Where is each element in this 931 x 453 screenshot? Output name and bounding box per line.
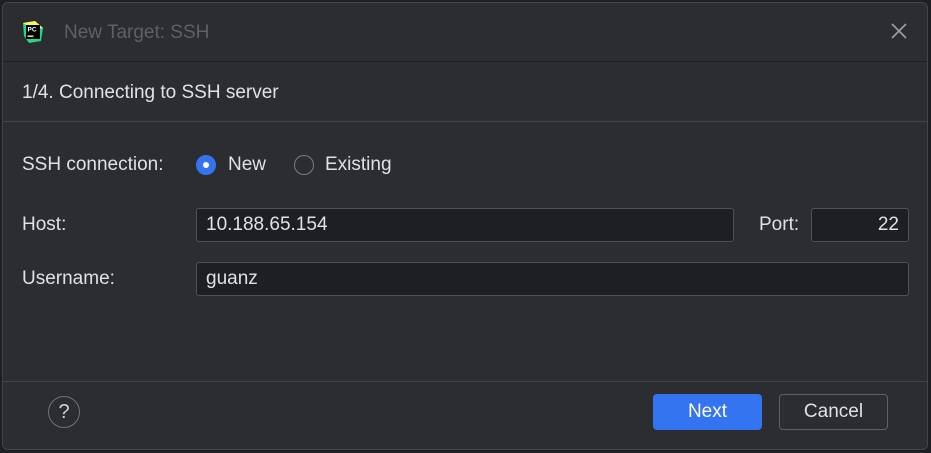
title-bar: PC New Target: SSH (3, 3, 927, 61)
form-panel: SSH connection: New Existing Host: 10.18… (3, 122, 927, 381)
port-input[interactable]: 22 (811, 208, 909, 242)
host-input[interactable]: 10.188.65.154 (196, 208, 734, 242)
window-title: New Target: SSH (64, 22, 210, 43)
username-label: Username: (22, 268, 115, 289)
radio-new-label[interactable]: New (228, 154, 266, 176)
next-button[interactable]: Next (653, 394, 762, 430)
radio-new[interactable] (196, 155, 216, 175)
svg-text:PC: PC (28, 27, 37, 34)
help-button[interactable]: ? (48, 396, 80, 428)
step-header: 1/4. Connecting to SSH server (3, 61, 927, 122)
username-input[interactable]: guanz (196, 262, 909, 296)
cancel-button[interactable]: Cancel (779, 394, 888, 430)
pycharm-icon: PC (23, 21, 43, 43)
radio-existing[interactable] (294, 155, 314, 175)
host-label: Host: (22, 214, 67, 235)
radio-existing-label[interactable]: Existing (325, 154, 392, 176)
step-title: 1/4. Connecting to SSH server (22, 82, 279, 103)
new-target-dialog: PC New Target: SSH 1/4. Connecting to SS… (2, 2, 928, 450)
port-label: Port: (759, 214, 800, 235)
ssh-connection-label: SSH connection: (22, 154, 164, 175)
close-icon[interactable] (889, 21, 909, 41)
dialog-footer: ? Next Cancel (3, 381, 927, 449)
